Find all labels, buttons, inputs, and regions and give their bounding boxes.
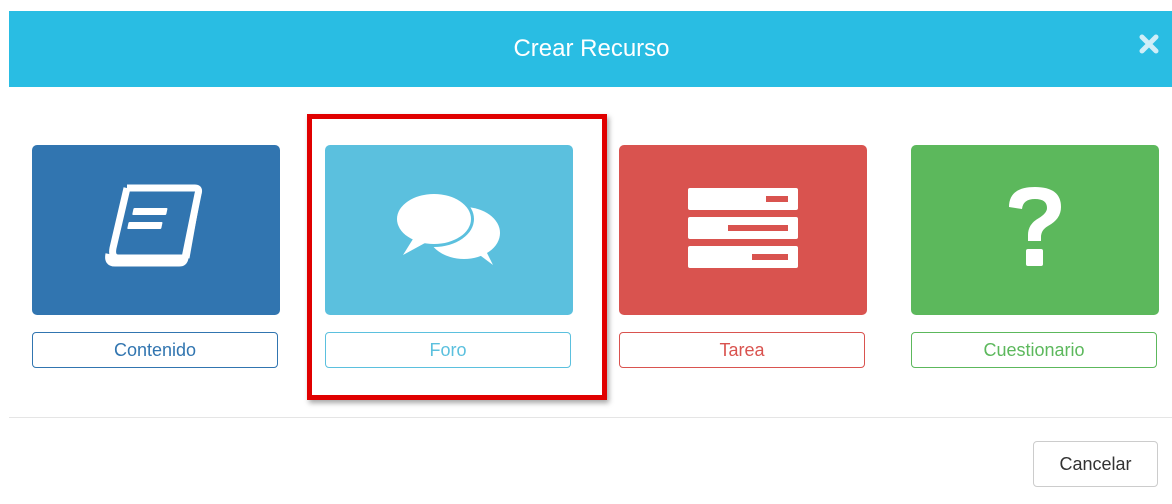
- footer-divider: [9, 417, 1172, 418]
- label-foro[interactable]: Foro: [325, 332, 571, 368]
- tile-contenido[interactable]: [32, 145, 280, 315]
- chat-bubbles-icon: [389, 183, 509, 278]
- label-tarea[interactable]: Tarea: [619, 332, 865, 368]
- tile-tarea[interactable]: [619, 145, 867, 315]
- modal-title: Crear Recurso: [513, 35, 670, 62]
- label-contenido[interactable]: Contenido: [32, 332, 278, 368]
- create-resource-modal: Crear Recurso Contenido Foro Tarea Cuest…: [0, 0, 1172, 504]
- modal-header: Crear Recurso: [9, 11, 1172, 87]
- book-icon: [101, 178, 211, 283]
- tile-foro[interactable]: [325, 145, 573, 315]
- question-mark-icon: [1000, 183, 1070, 278]
- task-list-icon: [688, 187, 798, 273]
- close-icon[interactable]: [1138, 33, 1160, 55]
- tile-cuestionario[interactable]: [911, 145, 1159, 315]
- label-cuestionario[interactable]: Cuestionario: [911, 332, 1157, 368]
- cancel-button[interactable]: Cancelar: [1033, 441, 1158, 487]
